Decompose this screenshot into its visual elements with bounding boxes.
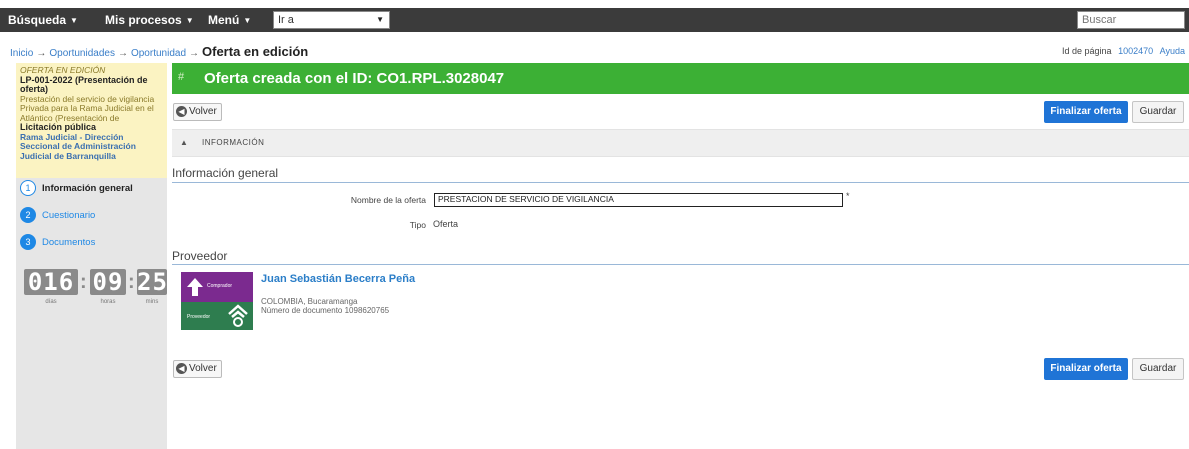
- top-navigation-bar: Búsqueda ▼ Mis procesos ▼ Menú ▼ Ir a ▼: [0, 8, 1189, 32]
- goto-select-value: Ir a: [278, 14, 294, 26]
- step-number: 3: [20, 234, 36, 251]
- step-documentos[interactable]: 3 Documentos: [20, 234, 95, 252]
- chevron-down-icon: ▼: [185, 15, 194, 25]
- step-label: Información general: [42, 183, 133, 194]
- page-title: Oferta en edición: [202, 44, 309, 59]
- page-id-link[interactable]: 1002470: [1118, 46, 1153, 56]
- provider-name-link[interactable]: Juan Sebastián Becerra Peña: [261, 273, 415, 285]
- save-button-bottom[interactable]: Guardar: [1132, 358, 1184, 380]
- success-message: Oferta creada con el ID: CO1.RPL.3028047: [204, 70, 505, 87]
- process-entity[interactable]: Rama Judicial - Dirección Seccional de A…: [20, 132, 163, 162]
- provider-document: Número de documento 1098620765: [261, 306, 390, 315]
- process-description: Prestación del servicio de vigilancia Pr…: [20, 93, 155, 123]
- goto-select[interactable]: Ir a ▼: [273, 11, 390, 29]
- back-button-label: Volver: [189, 106, 217, 117]
- required-marker: *: [846, 191, 850, 201]
- breadcrumb-separator: →: [36, 48, 47, 59]
- general-info-title: Información general: [172, 166, 279, 180]
- section-header-title: INFORMACIÓN: [202, 138, 265, 147]
- timer-separator: :: [80, 271, 87, 293]
- breadcrumb-separator: →: [189, 48, 200, 59]
- page-id-label: Id de página: [1062, 46, 1112, 56]
- section-divider: [172, 264, 1189, 265]
- provider-logo-top-text: Comprador: [207, 283, 233, 289]
- timer-days: 016: [24, 269, 78, 295]
- chevron-down-icon: ▼: [243, 15, 252, 25]
- step-cuestionario[interactable]: 2 Cuestionario: [20, 207, 95, 225]
- menu-mis-procesos[interactable]: Mis procesos ▼: [105, 8, 194, 32]
- timer-minutes-label: mins: [145, 299, 159, 305]
- back-button-label: Volver: [189, 363, 217, 374]
- help-link[interactable]: Ayuda: [1160, 46, 1185, 56]
- breadcrumb: Inicio → Oportunidades → Oportunidad → Oferta …: [10, 44, 308, 60]
- process-code: LP-001-2022 (Presentación de oferta): [20, 74, 148, 94]
- menu-mis-procesos-label: Mis procesos: [105, 13, 182, 27]
- provider-logo-bottom: Proveedor: [181, 302, 253, 330]
- provider-logo-top: Comprador: [181, 272, 253, 302]
- step-label: Documentos: [42, 237, 96, 248]
- back-button-bottom[interactable]: ◀ Volver: [173, 360, 222, 378]
- arrow-up-icon: [187, 278, 203, 296]
- timer-hours: 09: [90, 269, 126, 295]
- menu-menu-label: Menú: [208, 13, 240, 27]
- countdown-timer: 016 : 09 : 25 días horas mins: [24, 268, 168, 309]
- offer-name-label: Nombre de la oferta: [350, 195, 426, 205]
- finalize-offer-button-top[interactable]: Finalizar oferta: [1044, 101, 1128, 123]
- menu-busqueda[interactable]: Búsqueda ▼: [8, 8, 78, 32]
- save-button-top[interactable]: Guardar: [1132, 101, 1184, 123]
- back-button-top[interactable]: ◀ Volver: [173, 103, 222, 121]
- breadcrumb-link-oportunidad[interactable]: Oportunidad: [131, 48, 186, 59]
- back-arrow-icon: ◀: [176, 105, 187, 117]
- provider-location: COLOMBIA, Bucaramanga: [261, 297, 358, 306]
- finalize-offer-button-bottom[interactable]: Finalizar oferta: [1044, 358, 1128, 380]
- timer-days-label: días: [45, 299, 57, 305]
- step-informacion-general[interactable]: 1 Información general: [20, 180, 133, 198]
- menu-menu[interactable]: Menú ▼: [208, 8, 251, 32]
- process-info-panel: OFERTA EN EDICIÓN LP-001-2022 (Presentac…: [16, 63, 167, 178]
- timer-hours-label: horas: [100, 299, 116, 305]
- collapse-arrow-icon[interactable]: ▲: [180, 138, 188, 147]
- step-number: 1: [20, 180, 36, 197]
- offer-name-input[interactable]: PRESTACION DE SERVICIO DE VIGILANCIA: [434, 193, 843, 207]
- breadcrumb-link-inicio[interactable]: Inicio: [10, 48, 33, 59]
- timer-separator: :: [128, 271, 135, 293]
- step-number: 2: [20, 207, 36, 224]
- success-banner: # Oferta creada con el ID: CO1.RPL.30280…: [172, 63, 1189, 94]
- provider-title: Proveedor: [172, 249, 228, 263]
- type-label: Tipo: [409, 220, 426, 230]
- section-header-informacion[interactable]: ▲ INFORMACIÓN: [172, 129, 1189, 157]
- timer-minutes: 25: [137, 268, 168, 296]
- hash-icon: #: [178, 71, 185, 83]
- chevron-down-icon: ▼: [70, 15, 78, 25]
- search-input[interactable]: [1077, 11, 1185, 29]
- chevron-down-icon: ▼: [376, 15, 384, 24]
- provider-logo: Comprador Proveedor: [181, 272, 253, 330]
- breadcrumb-separator: →: [117, 48, 128, 59]
- type-value: Oferta: [433, 219, 459, 229]
- section-divider: [172, 182, 1189, 183]
- page-help-links: Id de página 1002470 Ayuda: [1062, 46, 1185, 56]
- process-sidebar: OFERTA EN EDICIÓN LP-001-2022 (Presentac…: [16, 63, 167, 449]
- breadcrumb-link-oportunidades[interactable]: Oportunidades: [49, 48, 115, 59]
- provider-logo-bottom-text: Proveedor: [187, 314, 211, 320]
- house-icon: [228, 304, 248, 327]
- back-arrow-icon: ◀: [176, 362, 187, 374]
- menu-busqueda-label: Búsqueda: [8, 13, 67, 27]
- step-label: Cuestionario: [42, 210, 96, 221]
